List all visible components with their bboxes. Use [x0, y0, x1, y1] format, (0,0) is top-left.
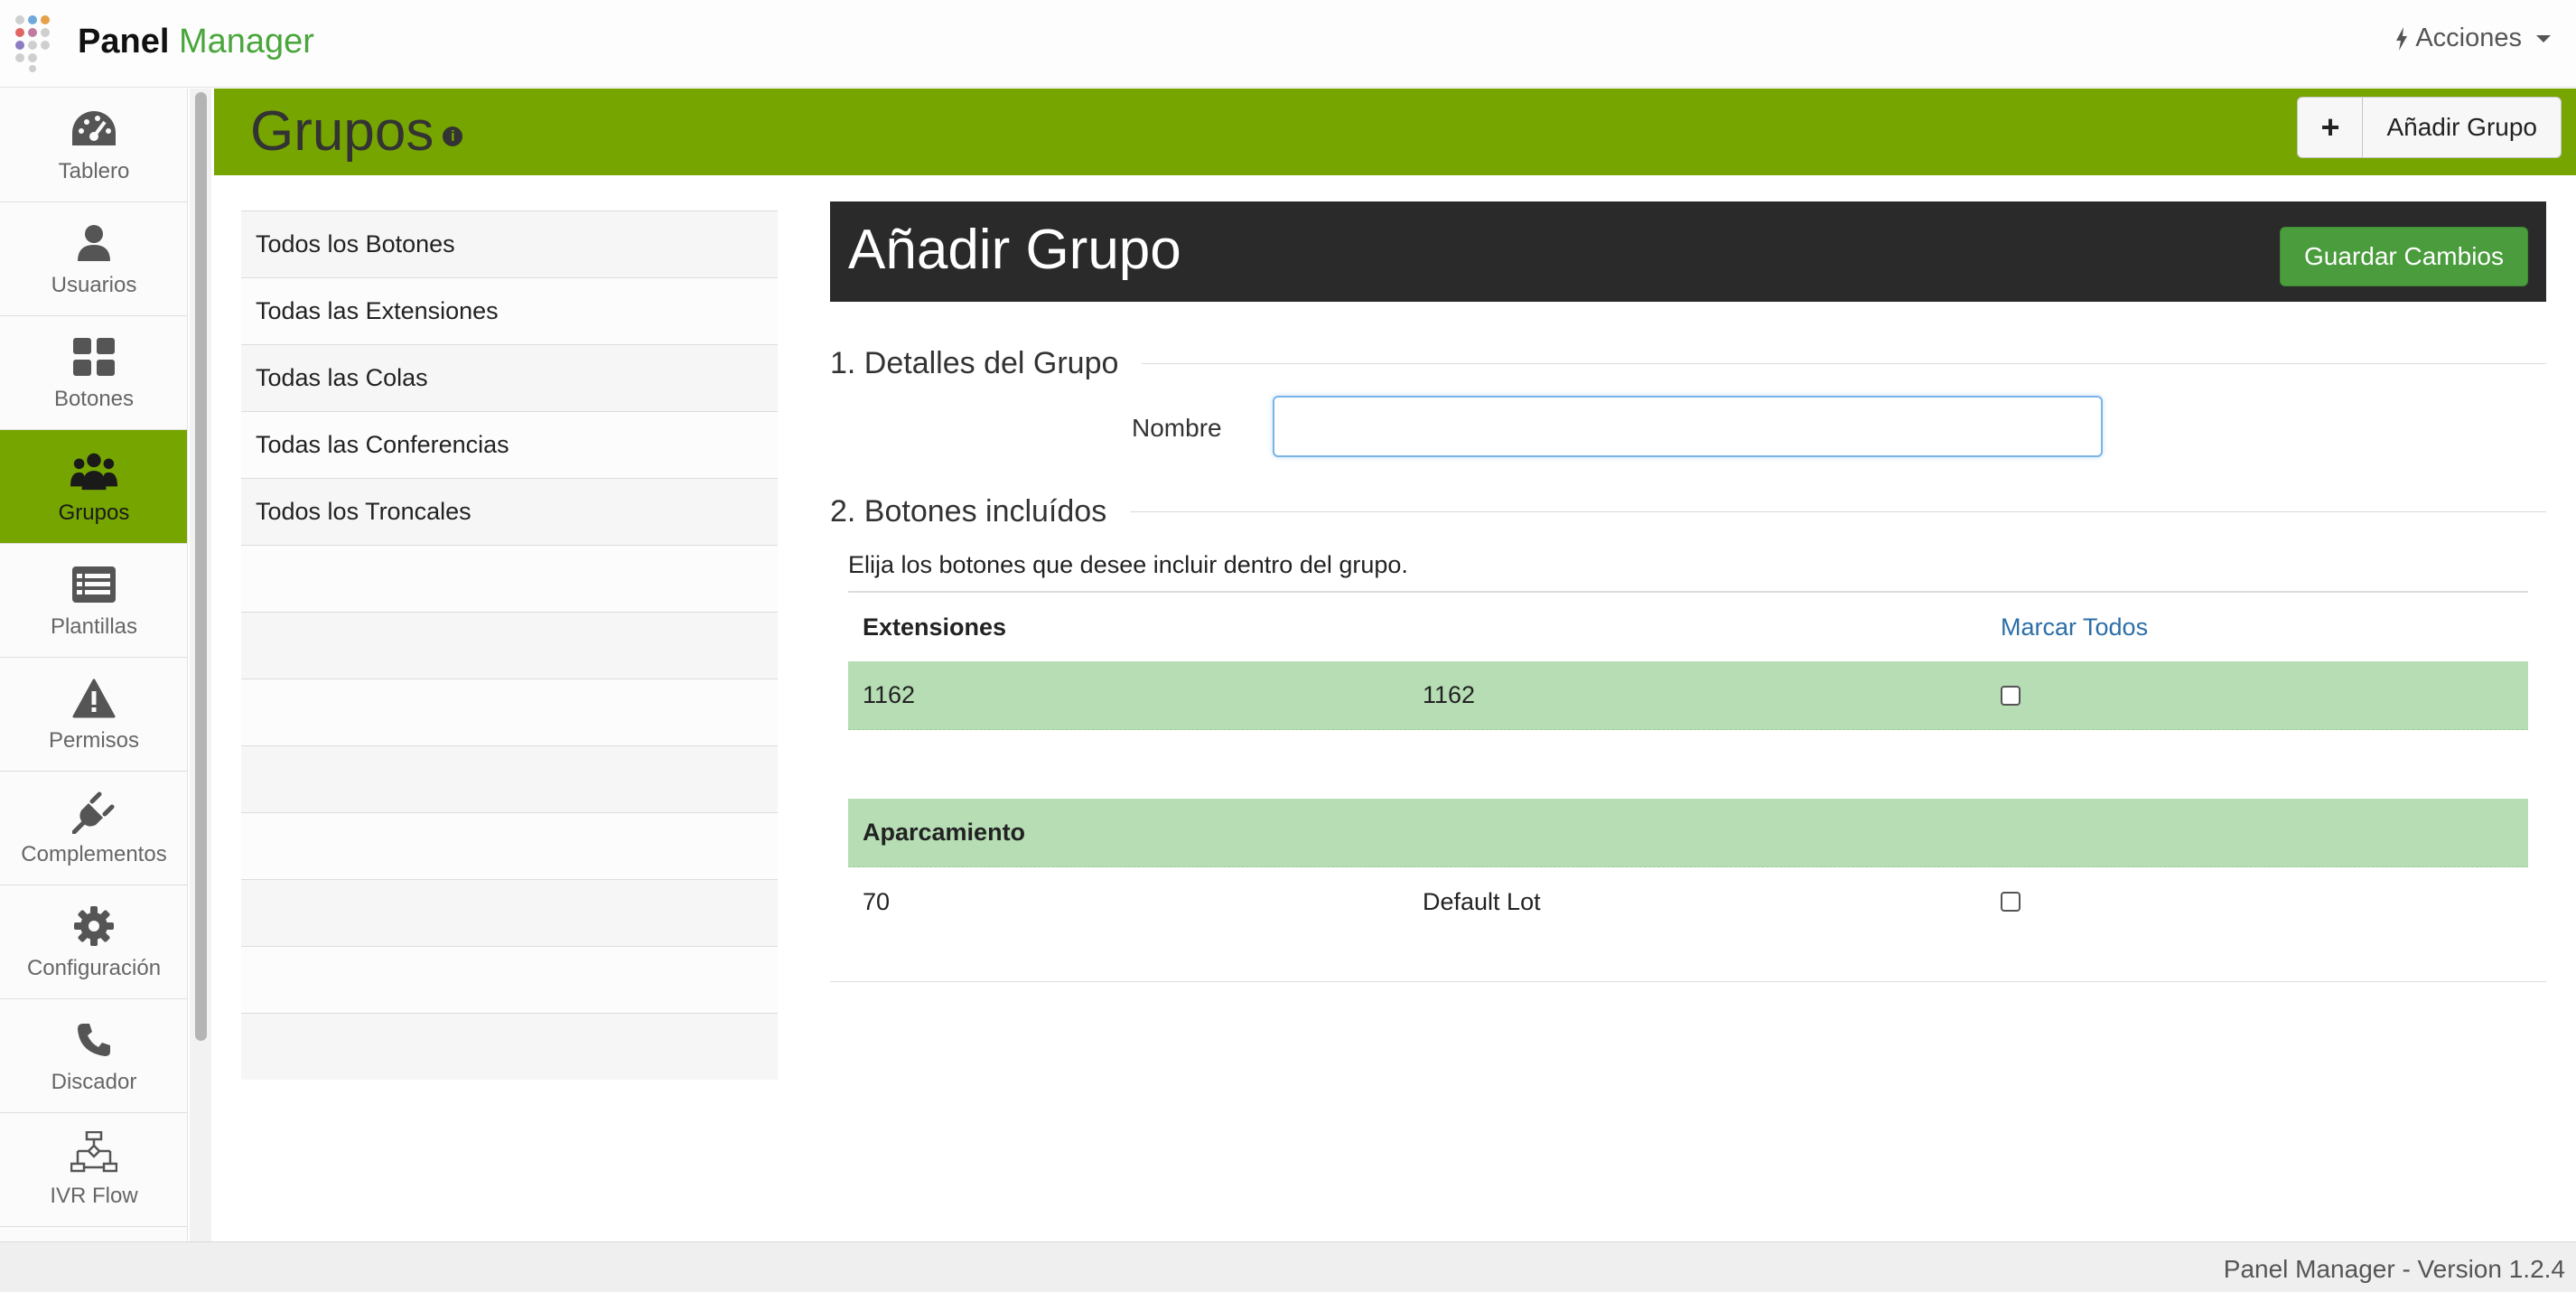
list-item-all-trunks[interactable]: Todos los Troncales: [241, 478, 778, 545]
panel-header: Añadir Grupo Guardar Cambios: [830, 201, 2546, 302]
grid-icon: [70, 334, 117, 379]
gear-icon: [70, 903, 117, 949]
sidebar-item-complementos[interactable]: Complementos: [0, 772, 187, 885]
parking-number: 70: [863, 887, 891, 915]
divider: [830, 981, 2546, 982]
page-title-text: Grupos: [250, 100, 434, 163]
table-header-parking: Aparcamiento: [848, 799, 2528, 867]
actions-label: Acciones: [2415, 23, 2522, 52]
extension-number: 1162: [863, 681, 916, 708]
add-group-label: Añadir Grupo: [2386, 113, 2537, 141]
user-icon: [70, 220, 117, 266]
parking-header: Aparcamiento: [863, 819, 1026, 846]
sidebar-item-ivr-flow[interactable]: IVR Flow: [0, 1113, 187, 1227]
actions-dropdown[interactable]: Acciones: [2395, 23, 2551, 53]
version-text: Panel Manager - Version 1.2.4: [2223, 1255, 2565, 1283]
bolt-icon: [2396, 26, 2408, 51]
sidebar-item-label: Botones: [53, 386, 135, 411]
top-bar: Panel Manager Acciones: [0, 0, 2576, 88]
parking-checkbox[interactable]: [2001, 892, 2021, 912]
divider: [1130, 510, 2546, 512]
mark-all-link[interactable]: Marcar Todos: [2001, 613, 2148, 641]
warning-icon: [70, 676, 117, 721]
list-item-empty: [241, 545, 778, 612]
name-input[interactable]: [1273, 396, 2103, 457]
add-group-panel: Añadir Grupo Guardar Cambios 1. Detalles…: [830, 201, 2546, 982]
list-item-all-queues[interactable]: Todas las Colas: [241, 344, 778, 411]
section-included-buttons: 2. Botones incluídos: [830, 484, 2546, 538]
parking-name: Default Lot: [1423, 887, 1541, 915]
sidebar-item-label: Configuración: [26, 955, 162, 980]
extension-name: 1162: [1423, 681, 1476, 708]
divider: [1142, 362, 2546, 364]
extensions-header: Extensiones: [863, 613, 1007, 641]
list-item-empty: [241, 679, 778, 745]
sidebar-item-tablero[interactable]: Tablero: [0, 89, 187, 202]
sidebar-item-label: IVR Flow: [50, 1183, 138, 1208]
sidebar-item-plantillas[interactable]: Plantillas: [0, 544, 187, 658]
name-form-row: Nombre: [830, 390, 2546, 472]
list-item-all-buttons[interactable]: Todos los Botones: [241, 211, 778, 277]
plug-icon: [70, 790, 117, 835]
add-group-button[interactable]: + Añadir Grupo: [2297, 97, 2562, 158]
table-spacer: [848, 730, 2528, 799]
sidebar-scrollbar-thumb[interactable]: [195, 92, 207, 1041]
phone-icon: [70, 1017, 117, 1063]
list-item-empty: [241, 879, 778, 946]
sidebar-item-botones[interactable]: Botones: [0, 316, 187, 430]
table-row: 1162 1162: [848, 661, 2528, 730]
flowchart-icon: [70, 1130, 117, 1176]
page-header: Grupos i + Añadir Grupo: [214, 89, 2576, 175]
extension-checkbox[interactable]: [2001, 685, 2021, 706]
list-item-all-conferences[interactable]: Todas las Conferencias: [241, 411, 778, 478]
section-title: 2. Botones incluídos: [830, 493, 1107, 529]
brand-title[interactable]: Panel Manager: [78, 18, 314, 65]
buttons-table: Extensiones Marcar Todos 1162 1162 Aparc…: [848, 591, 2528, 936]
sidebar-item-configuracion[interactable]: Configuración: [0, 885, 187, 999]
list-item-empty: [241, 812, 778, 879]
chevron-down-icon: [2536, 34, 2551, 42]
table-header-extensions: Extensiones Marcar Todos: [848, 593, 2528, 661]
save-changes-button[interactable]: Guardar Cambios: [2280, 227, 2528, 286]
list-item-empty: [241, 946, 778, 1013]
sidebar-item-label: Tablero: [58, 158, 130, 183]
logo-icon: [15, 15, 50, 72]
sidebar-item-permisos[interactable]: Permisos: [0, 658, 187, 772]
sidebar-item-label: Discador: [51, 1069, 137, 1094]
info-icon[interactable]: i: [443, 126, 463, 146]
sidebar-item-discador[interactable]: Discador: [0, 999, 187, 1113]
group-icon: [70, 448, 117, 493]
sidebar-item-usuarios[interactable]: Usuarios: [0, 202, 187, 316]
list-item-empty: [241, 612, 778, 679]
list-item-empty: [241, 1013, 778, 1080]
brand-light: Manager: [178, 23, 314, 61]
sidebar-item-label: Complementos: [21, 841, 167, 866]
list-icon: [70, 562, 117, 607]
section-group-details: 1. Detalles del Grupo: [830, 336, 2546, 390]
name-label: Nombre: [1132, 414, 1222, 442]
sidebar: Tablero Usuarios Botones Grupos Plantill…: [0, 89, 188, 1241]
section-title: 1. Detalles del Grupo: [830, 345, 1119, 380]
footer: Panel Manager - Version 1.2.4: [0, 1241, 2576, 1292]
dashboard-icon: [70, 107, 117, 152]
description-text: Elija los botones que desee incluir dent…: [848, 550, 1408, 578]
list-item-empty: [241, 745, 778, 812]
sidebar-item-label: Usuarios: [51, 272, 137, 297]
brand-bold: Panel: [78, 23, 170, 61]
sidebar-item-label: Grupos: [58, 500, 130, 525]
button-filter-list: Todos los Botones Todas las Extensiones …: [241, 211, 778, 1080]
list-item-all-extensions[interactable]: Todas las Extensiones: [241, 277, 778, 344]
page-title: Grupos i: [250, 96, 463, 168]
sidebar-item-grupos[interactable]: Grupos: [0, 430, 187, 544]
sidebar-item-label: Permisos: [48, 727, 140, 753]
panel-title: Añadir Grupo: [848, 219, 1181, 281]
sidebar-item-label: Plantillas: [50, 613, 138, 639]
plus-icon: +: [2298, 98, 2364, 157]
table-row: 70 Default Lot: [848, 867, 2528, 936]
